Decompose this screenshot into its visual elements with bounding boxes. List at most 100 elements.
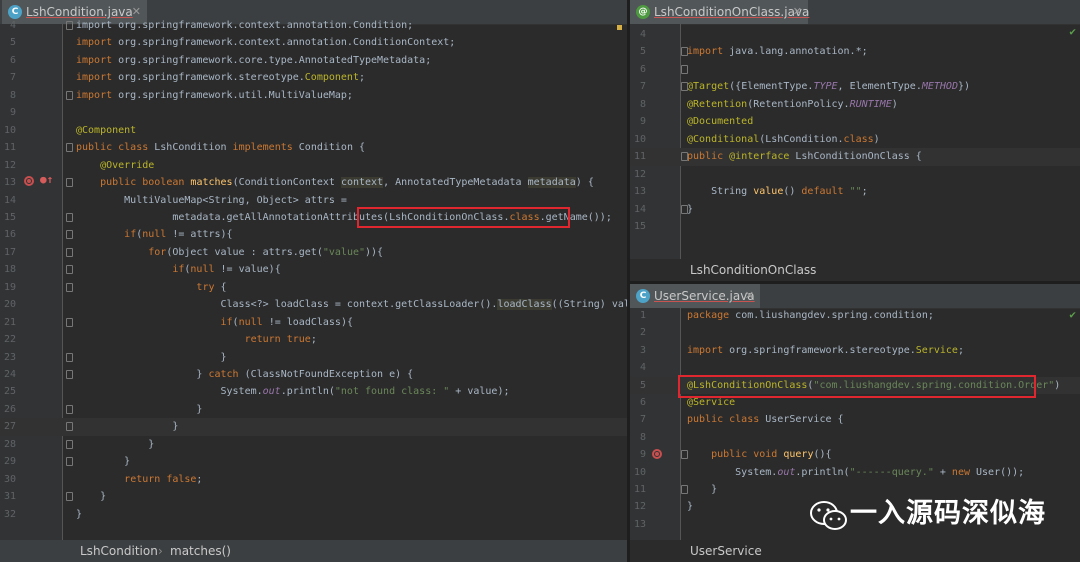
line-number: 9 [9,107,16,119]
fold-icon[interactable] [681,204,688,214]
line-number: 32 [3,508,16,520]
code-line[interactable]: 21 if(null != loadClass){ [0,314,627,332]
watermark-text: 一入源码深似海 [850,498,1046,529]
code-line[interactable]: 30 return false; [0,471,627,489]
line-number: 13 [633,518,646,530]
code-line[interactable]: 4 import org.springframework.context.anno… [0,17,627,35]
code-line[interactable]: 10 System.out.println("------query." + n… [630,464,1080,482]
code-line[interactable]: 9 [0,104,627,122]
code-text: return false; [124,473,203,485]
code-line[interactable]: 9 public void query(){ [630,446,1080,464]
fold-icon[interactable] [681,47,688,57]
code-text: public class UserService { [687,414,844,426]
line-number: 23 [3,351,16,363]
code-line[interactable]: 7 @Target({ElementType.TYPE, ElementType.… [630,78,1080,96]
fold-icon[interactable] [66,352,73,362]
code-line[interactable]: 31 } [0,488,627,506]
fold-icon[interactable] [66,265,73,275]
fold-icon[interactable] [66,457,73,467]
code-line[interactable]: 32} [0,506,627,524]
breadcrumb-class[interactable]: LshCondition [80,540,158,562]
code-line[interactable]: 2 [630,324,1080,342]
code-line[interactable]: 24 } catch (ClassNotFoundException e) { [0,366,627,384]
fold-icon[interactable] [66,90,73,100]
code-line[interactable]: 8 import org.springframework.util.MultiVa… [0,87,627,105]
line-number: 10 [633,133,646,145]
highlight-box-getname [357,207,570,228]
breakpoint-icon[interactable] [24,176,34,186]
code-line[interactable]: 11 public @interface LshConditionOnClass … [630,148,1080,166]
code-text: return true; [244,334,317,346]
code-line[interactable]: 4 [630,26,1080,44]
fold-icon[interactable] [66,178,73,188]
fold-icon[interactable] [66,404,73,414]
code-line[interactable]: 19 try { [0,279,627,297]
tab-label: LshConditionOnClass.java [654,5,810,19]
code-line[interactable]: 11 public class LshCondition implements C… [0,139,627,157]
breakpoint-icon[interactable] [652,449,662,459]
close-icon[interactable]: ✕ [745,284,754,308]
fold-icon[interactable] [681,485,688,494]
fold-icon[interactable] [66,247,73,257]
fold-icon[interactable] [681,450,688,460]
code-line[interactable]: 8 @Retention(RetentionPolicy.RUNTIME) [630,96,1080,114]
fold-icon[interactable] [681,152,688,162]
code-line[interactable]: 20 Class<?> loadClass = context.getClass… [0,296,627,314]
code-line[interactable]: 16 if(null != attrs){ [0,226,627,244]
fold-icon[interactable] [66,439,73,449]
override-icon[interactable]: ●↑ [40,173,53,186]
fold-icon[interactable] [66,422,73,432]
breadcrumb-method[interactable]: matches() [170,540,231,562]
code-line[interactable]: 6 import org.springframework.core.type.An… [0,52,627,70]
code-line[interactable]: 6 [630,61,1080,79]
code-line[interactable]: 14} [630,201,1080,219]
fold-icon[interactable] [681,82,688,92]
code-line[interactable]: 5 import java.lang.annotation.*; [630,43,1080,61]
code-line[interactable]: 23 } [0,349,627,367]
code-line[interactable]: 26 } [0,401,627,419]
code-line[interactable]: 10 @Component [0,122,627,140]
code-line[interactable]: 7 import org.springframework.stereotype.C… [0,69,627,87]
code-line[interactable]: 15 [630,218,1080,236]
code-line[interactable]: 5 import org.springframework.context.anno… [0,34,627,52]
code-line[interactable]: 25 System.out.println("not found class: … [0,383,627,401]
fold-icon[interactable] [66,212,73,222]
code-line[interactable]: 29 } [0,453,627,471]
code-line[interactable]: 3 import org.springframework.stereotype.S… [630,342,1080,360]
fold-icon[interactable] [66,317,73,327]
code-text: @Component [76,124,137,136]
line-number: 13 [633,186,646,198]
fold-icon[interactable] [681,64,688,74]
code-line[interactable]: 1 package com.liushangdev.spring.conditio… [630,307,1080,325]
code-line[interactable]: 12 @Override [0,157,627,175]
code-line[interactable]: 8 [630,429,1080,447]
code-line[interactable]: 22 return true; [0,331,627,349]
code-line[interactable]: 12 [630,166,1080,184]
fold-icon[interactable] [66,370,73,379]
tab-lshconditiononclass[interactable]: @ LshConditionOnClass.java ✕ [630,0,810,24]
fold-icon[interactable] [66,143,73,153]
breadcrumb-annotation[interactable]: LshConditionOnClass [690,259,816,281]
code-line[interactable]: 13 String value() default ""; [630,183,1080,201]
code-line[interactable]: 13 public boolean matches(ConditionConte… [0,174,627,192]
fold-icon[interactable] [66,230,73,240]
code-line[interactable]: 17 for(Object value : attrs.get("value")… [0,244,627,262]
fold-icon[interactable] [66,282,73,292]
code-line[interactable]: 10 @Conditional(LshCondition.class) [630,131,1080,149]
code-line[interactable]: 9 @Documented [630,113,1080,131]
code-line[interactable]: 18 if(null != value){ [0,261,627,279]
fold-icon[interactable] [66,21,73,30]
code-line[interactable]: 28 } [0,436,627,454]
code-text: import java.lang.annotation.*; [687,46,868,58]
code-text: } [76,438,155,450]
code-line[interactable]: 7 public class UserService { [630,411,1080,429]
tab-userservice[interactable]: C UserService.java ✕ [630,284,760,308]
code-line[interactable]: 27 } [0,418,627,436]
code-text: } [687,484,718,495]
code-text: String value() default ""; [687,186,868,198]
close-icon[interactable]: ✕ [793,0,802,24]
fold-icon[interactable] [66,492,73,502]
line-number: 10 [633,466,646,478]
breadcrumb-class[interactable]: UserService [690,540,762,562]
left-editor-pane: C LshCondition.java ✕ 4 import org.spring… [0,0,627,562]
